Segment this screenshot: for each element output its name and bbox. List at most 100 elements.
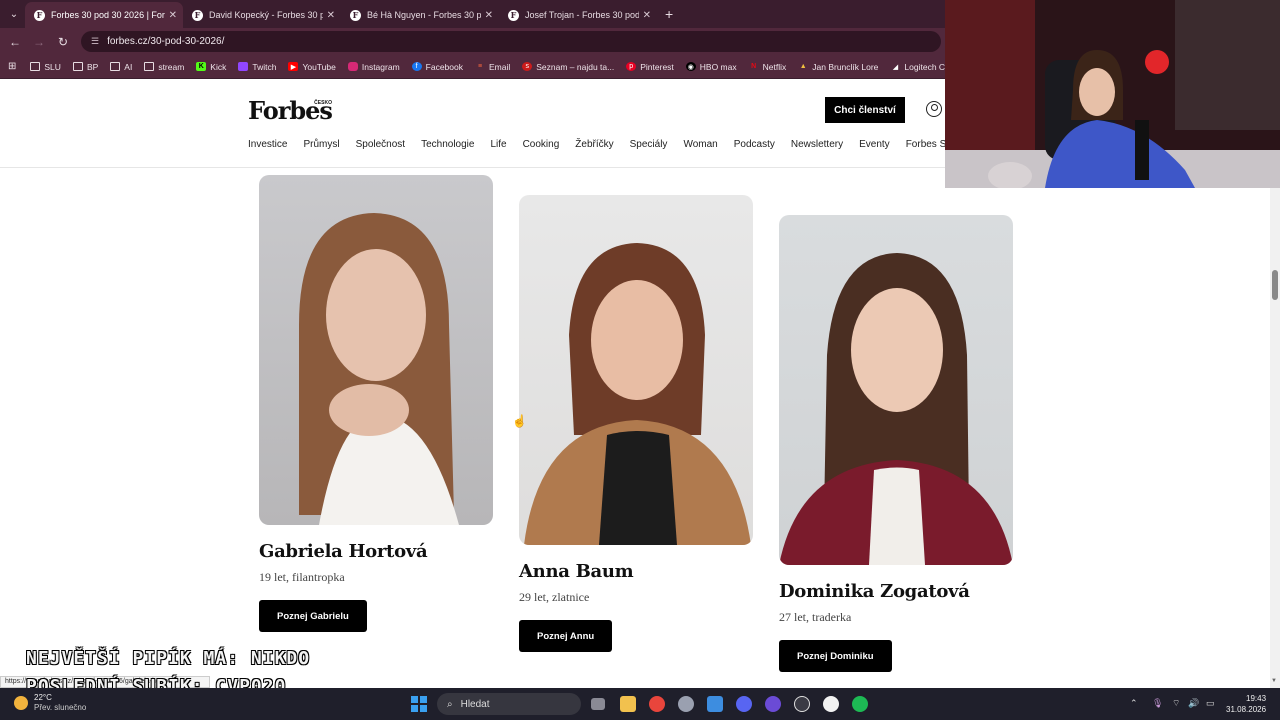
site-info-icon[interactable]: ☰ [91,36,99,47]
scrollbar-thumb[interactable] [1272,270,1278,300]
volume-icon[interactable]: 🔊 [1188,698,1199,709]
obs-icon[interactable] [794,696,810,712]
bookmark-bp[interactable]: BP [72,62,98,72]
bookmark-kick[interactable]: K Kick [196,62,226,72]
music-icon[interactable] [823,696,839,712]
youtube-icon: ▶ [288,62,299,71]
person-card: Dominika Zogatová 27 let, traderka Pozne… [779,215,1013,672]
close-icon[interactable]: ✕ [485,10,493,21]
webcam-overlay [945,0,1280,188]
meet-person-button[interactable]: Poznej Annu [519,620,613,652]
hand-cursor-icon: ☝ [512,414,527,428]
file-explorer-icon[interactable] [620,696,636,712]
battery-icon[interactable]: ▭ [1206,698,1215,709]
folder-icon [144,62,155,71]
person-photo[interactable] [779,215,1013,565]
nav-item-specialy[interactable]: Speciály [630,139,668,150]
person-name[interactable]: Dominika Zogatová [779,581,1013,602]
weather-widget[interactable]: 22°C Přev. slunečno [14,693,86,713]
photo-app-icon[interactable] [707,696,723,712]
bookmark-slu[interactable]: SLU [30,62,61,72]
bookmark-twitch[interactable]: Twitch [238,62,276,72]
tab-be-ha-nguyen[interactable]: F Bé Hà Nguyen - Forbes 30 pod ✕ [341,2,499,28]
folder-icon [110,62,121,71]
portrait-illustration [524,243,751,545]
new-tab-plus-icon[interactable]: + [665,6,673,22]
nav-item-prumysl[interactable]: Průmysl [303,139,339,150]
forbes-logo[interactable]: Forbes ČESKO [248,96,333,125]
task-view-icon[interactable] [591,698,605,710]
tab-josef-trojan[interactable]: F Josef Trojan - Forbes 30 pod 30 ✕ [499,2,657,28]
bookmark-seznam[interactable]: s Seznam – najdu ta... [522,62,614,72]
webcam-feed-image [945,0,1280,188]
portrait-illustration [299,213,459,525]
tab-forbes-30[interactable]: F Forbes 30 pod 30 2026 | Forbes ✕ [25,2,183,28]
person-photo[interactable] [259,175,493,525]
settings-gear-icon[interactable] [678,696,694,712]
person-description: 27 let, traderka [779,610,852,624]
bookmark-jan-brunclik[interactable]: ▲ Jan Brunclík Lore [798,62,879,72]
temperature: 22°C [34,693,52,702]
nav-item-eventy[interactable]: Eventy [859,139,890,150]
close-icon[interactable]: ✕ [327,10,335,21]
bookmark-stream[interactable]: stream [144,62,184,72]
reload-icon[interactable]: ↻ [51,35,75,49]
user-account-icon[interactable] [926,101,942,117]
tab-search-icon[interactable]: ⌄ [3,3,25,25]
bookmark-youtube[interactable]: ▶ YouTube [288,62,336,72]
close-icon[interactable]: ✕ [169,10,177,21]
hbo-icon: ◉ [685,62,696,71]
forbes-favicon-icon: F [350,9,361,21]
main-nav: Investice Průmysl Společnost Technologie… [248,139,983,150]
microphone-icon[interactable]: 🎙 [1152,698,1163,709]
nav-item-zebricky[interactable]: Žebříčky [575,139,613,150]
close-icon[interactable]: ✕ [643,10,651,21]
bookmark-instagram[interactable]: Instagram [347,62,400,72]
nav-item-investice[interactable]: Investice [248,139,287,150]
windows-start-icon[interactable] [411,696,427,712]
nav-item-woman[interactable]: Woman [683,139,717,150]
bookmark-facebook[interactable]: f Facebook [411,62,463,72]
bookmark-pinterest[interactable]: p Pinterest [626,62,674,72]
url-text: forbes.cz/30-pod-30-2026/ [107,36,225,47]
wifi-icon[interactable]: ⌔ [1172,698,1180,709]
bookmark-netflix[interactable]: N Netflix [749,62,786,72]
back-arrow-icon[interactable]: ← [3,35,27,49]
nav-item-newslettery[interactable]: Newslettery [791,139,843,150]
nav-item-life[interactable]: Life [490,139,506,150]
bookmark-hbo-max[interactable]: ◉ HBO max [685,62,737,72]
spotify-icon[interactable] [852,696,868,712]
person-name[interactable]: Gabriela Hortová [259,541,493,562]
bookmark-icon: ◢ [892,63,899,71]
address-bar[interactable]: ☰ forbes.cz/30-pod-30-2026/ [81,31,941,52]
taskbar-search[interactable]: ⌕ Hledat [437,693,581,715]
meet-person-button[interactable]: Poznej Gabrielu [259,600,367,632]
clock[interactable]: 19:43 31.08.2026 [1226,693,1266,715]
tray-chevron-up-icon[interactable]: ⌃ [1130,698,1138,709]
email-icon: ≡ [477,63,483,70]
chrome-icon[interactable] [649,696,665,712]
nav-item-podcasty[interactable]: Podcasty [734,139,775,150]
membership-button[interactable]: Chci členství [825,97,905,123]
scroll-down-icon[interactable]: ▼ [1271,678,1277,684]
weather-text: Přev. slunečno [34,703,87,712]
nav-item-cooking[interactable]: Cooking [523,139,560,150]
browser-circle-icon[interactable] [765,696,781,712]
forbes-favicon-icon: F [192,9,203,21]
pinterest-icon: p [626,62,637,71]
person-photo[interactable] [519,195,753,545]
bookmark-email[interactable]: ≡ Email [475,62,510,72]
discord-icon[interactable] [736,696,752,712]
tab-david-kopecky[interactable]: F David Kopecký - Forbes 30 pod ✕ [183,2,341,28]
meet-person-button[interactable]: Poznej Dominiku [779,640,892,672]
tab-title: David Kopecký - Forbes 30 pod [209,10,323,20]
person-name[interactable]: Anna Baum [519,561,753,582]
nav-item-technologie[interactable]: Technologie [421,139,474,150]
nav-item-spolecnost[interactable]: Společnost [356,139,405,150]
seznam-icon: s [522,62,533,71]
tab-title: Josef Trojan - Forbes 30 pod 30 [525,10,639,20]
forward-arrow-icon[interactable]: → [27,35,51,49]
apps-grid-icon[interactable]: ⊞ [8,61,16,72]
person-description: 19 let, filantropka [259,570,345,584]
bookmark-ai[interactable]: AI [110,62,132,72]
